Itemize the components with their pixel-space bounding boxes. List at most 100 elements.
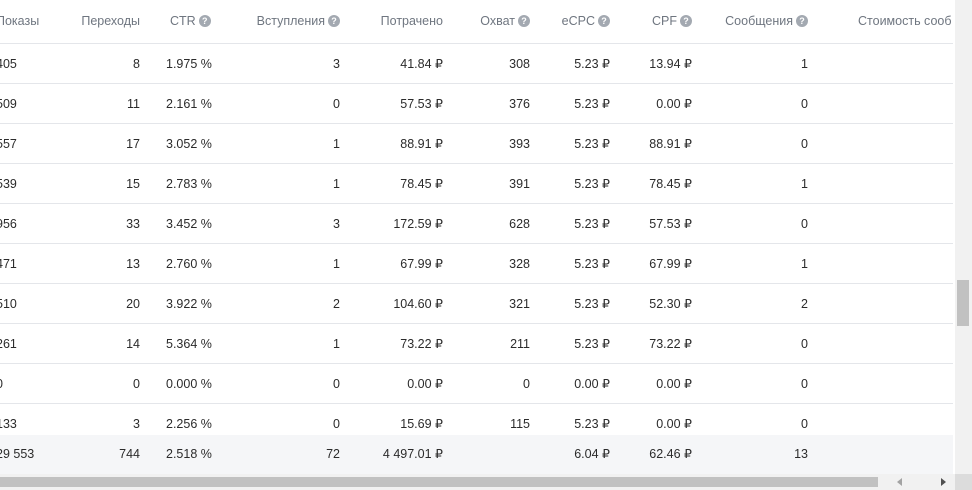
cell-cpf: 0.00 ₽	[656, 97, 692, 111]
horizontal-scrollbar[interactable]	[0, 474, 955, 490]
cell-spent: 67.99 ₽	[400, 257, 443, 271]
cell-clicks: 0	[133, 377, 140, 391]
cell-shows: 471	[0, 257, 17, 271]
header-shows-label: Показы	[0, 14, 40, 28]
cell-spent: 0.00 ₽	[407, 377, 443, 391]
table-row[interactable]: 509 11 2.161 % 0 57.53 ₽ 376 5.23 ₽ 0.00 ₽ 0	[0, 84, 953, 124]
cell-clicks: 20	[126, 297, 140, 311]
cell-reach: 376	[509, 97, 530, 111]
cell-cpf: 0.00 ₽	[656, 377, 692, 391]
cell-joins: 0	[333, 377, 340, 391]
header-cpf[interactable]: CPF?	[622, 0, 692, 43]
header-clicks-label: Переходы	[81, 14, 140, 28]
table-row[interactable]: 261 14 5.364 % 1 73.22 ₽ 211 5.23 ₽ 73.22 ₽ 0	[0, 324, 953, 364]
cell-cpf: 13.94 ₽	[649, 57, 692, 71]
header-shows[interactable]: Показы	[0, 0, 44, 43]
header-messages-label: Сообщения	[725, 14, 793, 28]
header-cpf-label: CPF	[652, 14, 677, 28]
cell-spent: 41.84 ₽	[400, 57, 443, 71]
cell-joins: 2	[333, 297, 340, 311]
question-circle-icon[interactable]: ?	[680, 15, 692, 27]
cell-joins: 1	[333, 137, 340, 151]
vertical-scrollbar[interactable]	[955, 0, 972, 474]
cell-joins: 3	[333, 217, 340, 231]
header-messages[interactable]: Сообщения?	[700, 0, 808, 43]
vertical-scrollbar-thumb[interactable]	[957, 280, 969, 326]
cell-shows: 956	[0, 217, 17, 231]
cell-messages: 0	[801, 337, 808, 351]
cell-cpf: 88.91 ₽	[649, 137, 692, 151]
header-spent-label: Потрачено	[380, 14, 443, 28]
horizontal-scrollbar-thumb[interactable]	[0, 477, 878, 487]
cell-messages: 2	[801, 297, 808, 311]
header-reach[interactable]: Охват?	[460, 0, 530, 43]
question-circle-icon[interactable]: ?	[328, 15, 340, 27]
cell-cpf: 73.22 ₽	[649, 337, 692, 351]
cell-ctr: 3.452 %	[166, 217, 212, 231]
cell-ecpc: 5.23 ₽	[574, 297, 610, 311]
cell-reach: 321	[509, 297, 530, 311]
question-circle-icon[interactable]: ?	[796, 15, 808, 27]
cell-ctr: 3.052 %	[166, 137, 212, 151]
scroll-right-arrow-icon[interactable]	[941, 478, 946, 486]
stats-table-viewport: Показы Переходы CTR? Вступления? Потраче…	[0, 0, 972, 490]
header-message-cost[interactable]: Стоимость сооб	[858, 0, 953, 43]
total-ecpc: 6.04 ₽	[574, 447, 610, 461]
cell-ecpc: 5.23 ₽	[574, 337, 610, 351]
cell-reach: 628	[509, 217, 530, 231]
cell-clicks: 17	[126, 137, 140, 151]
table-row[interactable]: 557 17 3.052 % 1 88.91 ₽ 393 5.23 ₽ 88.91 ₽ 0	[0, 124, 953, 164]
cell-reach: 391	[509, 177, 530, 191]
cell-spent: 78.45 ₽	[400, 177, 443, 191]
header-joins-label: Вступления	[256, 14, 325, 28]
cell-ctr: 2.161 %	[166, 97, 212, 111]
cell-spent: 104.60 ₽	[393, 297, 443, 311]
cell-reach: 393	[509, 137, 530, 151]
header-ctr-label: CTR	[170, 14, 196, 28]
cell-clicks: 13	[126, 257, 140, 271]
table-row[interactable]: 405 8 1.975 % 3 41.84 ₽ 308 5.23 ₽ 13.94 ₽ 1	[0, 44, 953, 84]
cell-joins: 1	[333, 177, 340, 191]
cell-messages: 0	[801, 97, 808, 111]
table-row[interactable]: 539 15 2.783 % 1 78.45 ₽ 391 5.23 ₽ 78.45 ₽ 1	[0, 164, 953, 204]
header-joins[interactable]: Вступления?	[236, 0, 340, 43]
cell-ecpc: 5.23 ₽	[574, 97, 610, 111]
cell-spent: 88.91 ₽	[400, 137, 443, 151]
cell-shows: 539	[0, 177, 17, 191]
cell-cpf: 78.45 ₽	[649, 177, 692, 191]
scroll-left-arrow-icon[interactable]	[897, 478, 902, 486]
total-joins: 72	[326, 447, 340, 461]
cell-reach: 0	[523, 377, 530, 391]
question-circle-icon[interactable]: ?	[598, 15, 610, 27]
header-clicks[interactable]: Переходы	[60, 0, 140, 43]
table-row[interactable]: 510 20 3.922 % 2 104.60 ₽ 321 5.23 ₽ 52.30 ₽ 2	[0, 284, 953, 324]
cell-ctr: 5.364 %	[166, 337, 212, 351]
cell-reach: 308	[509, 57, 530, 71]
header-message-cost-label: Стоимость сооб	[858, 14, 952, 28]
cell-spent: 73.22 ₽	[400, 337, 443, 351]
cell-reach: 328	[509, 257, 530, 271]
header-reach-label: Охват	[480, 14, 515, 28]
table-row[interactable]: 0 0 0.000 % 0 0.00 ₽ 0 0.00 ₽ 0.00 ₽ 0	[0, 364, 953, 404]
header-spent[interactable]: Потрачено	[356, 0, 443, 43]
cell-ctr: 2.760 %	[166, 257, 212, 271]
cell-clicks: 15	[126, 177, 140, 191]
cell-clicks: 8	[133, 57, 140, 71]
scrollbar-corner	[955, 474, 972, 490]
question-circle-icon[interactable]: ?	[518, 15, 530, 27]
header-ecpc[interactable]: eCPC?	[544, 0, 610, 43]
table-row[interactable]: 956 33 3.452 % 3 172.59 ₽ 628 5.23 ₽ 57.53 ₽ 0	[0, 204, 953, 244]
cell-joins: 3	[333, 57, 340, 71]
cell-cpf: 67.99 ₽	[649, 257, 692, 271]
total-clicks: 744	[119, 447, 140, 461]
header-ctr[interactable]: CTR?	[170, 0, 230, 43]
cell-shows: 0	[0, 364, 44, 403]
cell-ctr: 2.783 %	[166, 177, 212, 191]
cell-messages: 0	[801, 217, 808, 231]
table-row[interactable]: 471 13 2.760 % 1 67.99 ₽ 328 5.23 ₽ 67.99 ₽ 1	[0, 244, 953, 284]
cell-messages: 1	[801, 257, 808, 271]
cell-cpf: 52.30 ₽	[649, 297, 692, 311]
cell-shows: 510	[0, 297, 17, 311]
table-totals-row: 29 553 744 2.518 % 72 4 497.01 ₽ 6.04 ₽ …	[0, 435, 953, 474]
question-circle-icon[interactable]: ?	[198, 15, 211, 27]
